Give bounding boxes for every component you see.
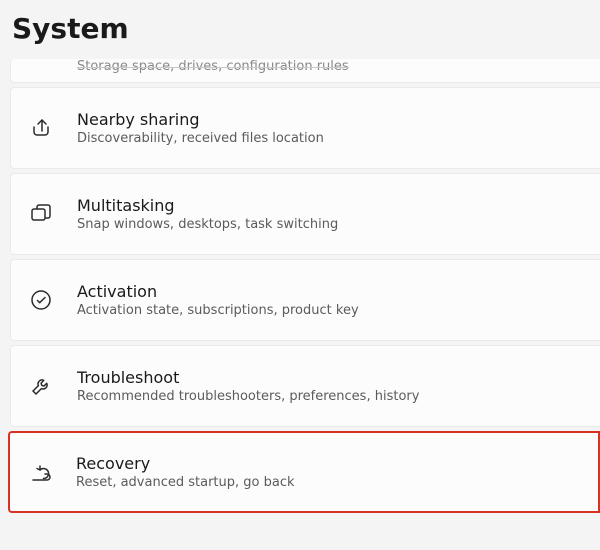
multitasking-icon xyxy=(29,202,77,226)
check-circle-icon xyxy=(29,288,77,312)
settings-list: Storage space, drives, configuration rul… xyxy=(0,59,600,513)
list-item-recovery[interactable]: Recovery Reset, advanced startup, go bac… xyxy=(8,431,600,513)
item-subtitle: Reset, advanced startup, go back xyxy=(76,475,295,490)
item-title: Recovery xyxy=(76,454,295,473)
list-item-activation[interactable]: Activation Activation state, subscriptio… xyxy=(10,259,600,341)
item-subtitle: Storage space, drives, configuration rul… xyxy=(77,59,349,74)
item-subtitle: Snap windows, desktops, task switching xyxy=(77,217,338,232)
item-subtitle: Activation state, subscriptions, product… xyxy=(77,303,359,318)
item-title: Troubleshoot xyxy=(77,368,419,387)
wrench-icon xyxy=(29,374,77,398)
item-title: Activation xyxy=(77,282,359,301)
list-item-multitasking[interactable]: Multitasking Snap windows, desktops, tas… xyxy=(10,173,600,255)
list-item-nearby-sharing[interactable]: Nearby sharing Discoverability, received… xyxy=(10,87,600,169)
recovery-icon xyxy=(28,460,76,484)
item-title: Multitasking xyxy=(77,196,338,215)
page-title: System xyxy=(0,0,600,59)
item-subtitle: Discoverability, received files location xyxy=(77,131,324,146)
item-subtitle: Recommended troubleshooters, preferences… xyxy=(77,389,419,404)
list-item-troubleshoot[interactable]: Troubleshoot Recommended troubleshooters… xyxy=(10,345,600,427)
list-item-storage[interactable]: Storage space, drives, configuration rul… xyxy=(10,59,600,83)
share-icon xyxy=(29,116,77,140)
item-title: Nearby sharing xyxy=(77,110,324,129)
